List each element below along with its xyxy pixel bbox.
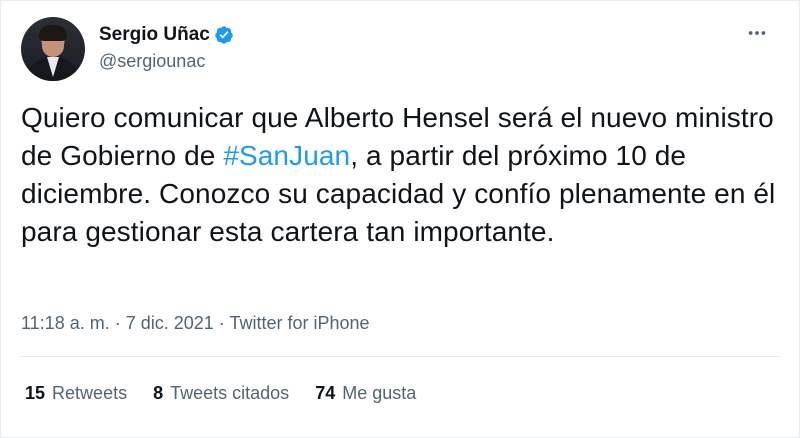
tweet-card: Sergio Uñac @sergiounac Quiero comunicar… [0, 0, 800, 438]
avatar[interactable] [21, 17, 85, 81]
tweet-stats: 15 Retweets 8 Tweets citados 74 Me gusta [25, 381, 442, 405]
tweet-metadata: 11:18 a. m. · 7 dic. 2021 · Twitter for … [21, 311, 370, 335]
display-name-row: Sergio Uñac [99, 23, 234, 47]
retweets-stat[interactable]: 15 Retweets [25, 381, 127, 405]
tweet-source[interactable]: Twitter for iPhone [229, 313, 369, 333]
verified-badge-icon [214, 25, 234, 45]
retweets-count: 15 [25, 383, 46, 403]
tweet-date[interactable]: 7 dic. 2021 [126, 313, 214, 333]
tweet-time[interactable]: 11:18 a. m. [21, 313, 110, 333]
more-options-button[interactable] [743, 23, 771, 47]
meta-separator-1: · [109, 313, 126, 333]
divider [21, 356, 779, 357]
meta-separator-2: · [213, 313, 230, 333]
quotes-stat[interactable]: 8 Tweets citados [153, 381, 289, 405]
likes-count: 74 [315, 383, 336, 403]
hashtag-link[interactable]: #SanJuan [223, 140, 350, 171]
likes-label: Me gusta [342, 383, 417, 403]
retweets-label: Retweets [52, 383, 128, 403]
tweet-header: Sergio Uñac @sergiounac [21, 17, 234, 81]
author-display-name[interactable]: Sergio Uñac [99, 23, 210, 47]
quotes-label: Tweets citados [170, 383, 290, 403]
likes-stat[interactable]: 74 Me gusta [315, 381, 416, 405]
quotes-count: 8 [153, 383, 164, 403]
tweet-text: Quiero comunicar que Alberto Hensel será… [21, 99, 781, 251]
avatar-hair [39, 25, 67, 41]
author-handle[interactable]: @sergiounac [99, 49, 234, 73]
author-names: Sergio Uñac @sergiounac [99, 23, 234, 73]
more-horizontal-icon [746, 22, 768, 49]
